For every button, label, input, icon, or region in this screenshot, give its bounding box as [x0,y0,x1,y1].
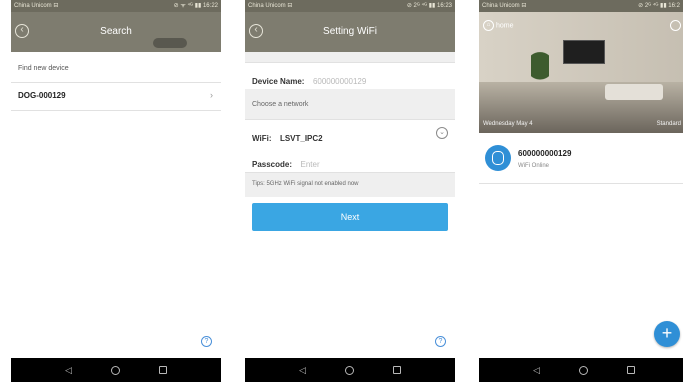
home-icon: ⌂ [483,20,494,31]
date-label: Wednesday May 4 [483,121,533,127]
device-name: 600000000129 [518,149,572,158]
spacer [245,52,455,62]
nav-home-icon[interactable] [345,366,354,375]
chevron-right-icon: › [210,90,213,100]
device-row[interactable]: DOG-000129 › [11,82,221,111]
room-selector[interactable]: ⌂ home [483,20,514,32]
page-title: Setting WiFi [323,26,377,37]
blurred-region [153,38,187,48]
mode-label: Standard [656,121,681,127]
device-list-item[interactable]: 600000000129 WiFi Online [479,133,683,184]
status-bar: China Unicom ⊟ ⊘ ᯤ ⁴ᴳ ▮▮ 16:22 [11,0,221,12]
nav-recent-icon[interactable] [393,366,401,374]
chevron-down-icon[interactable]: ⌄ [436,127,448,139]
menu-icon[interactable] [670,20,681,31]
phone-home-screen: China Unicom ⊟ ⊘ 2ᴳ ⁴ᴳ ▮▮ 16:2 ⌂ home Wed… [479,0,683,382]
wifi-label: WiFi: [252,134,272,143]
status-bar: China Unicom ⊟ ⊘ 2ᴳ ⁴ᴳ ▮▮ 16:2 [479,0,683,12]
camera-icon [485,145,511,171]
tv-image [563,40,605,64]
next-button[interactable]: Next [252,203,448,231]
android-nav-bar: ◁ [11,358,221,382]
passcode-label: Passcode: [252,160,293,169]
passcode-row[interactable]: Passcode: Enter [245,146,455,173]
plant-image [531,52,549,98]
android-nav-bar: ◁ [245,358,455,382]
nav-recent-icon[interactable] [627,366,635,374]
title-bar: ‹ Search [11,12,221,52]
phone-search-screen: China Unicom ⊟ ⊘ ᯤ ⁴ᴳ ▮▮ 16:22 ‹ Search … [11,0,221,382]
nav-home-icon[interactable] [111,366,120,375]
add-device-button[interactable]: + [654,321,680,347]
device-name-value: 600000000129 [312,77,367,86]
help-icon[interactable]: ? [201,336,212,347]
device-name-row: Device Name: 600000000129 [245,62,455,90]
room-banner: ⌂ home Wednesday May 4 Standard [479,12,683,133]
device-status: WiFi Online [518,163,550,169]
device-name-label: Device Name: [252,77,305,86]
wifi-value: LSVT_IPC2 [279,134,323,143]
status-icons: ⊘ ᯤ ⁴ᴳ ▮▮ 16:22 [173,3,218,9]
nav-back-icon[interactable]: ◁ [299,365,306,375]
phone-wifi-setup-screen: China Unicom ⊟ ⊘ 2ᴳ ⁴ᴳ ▮▮ 16:23 ‹ Settin… [245,0,455,382]
status-icons: ⊘ 2ᴳ ⁴ᴳ ▮▮ 16:23 [406,3,452,9]
status-icons: ⊘ 2ᴳ ⁴ᴳ ▮▮ 16:2 [638,3,680,9]
help-icon[interactable]: ? [435,336,446,347]
device-id: DOG-000129 [18,91,66,100]
network-section: Choose a network [245,89,455,119]
room-footer: Wednesday May 4 Standard [483,121,681,127]
page-title: Search [100,26,132,37]
nav-back-icon[interactable]: ◁ [65,365,72,375]
nav-back-icon[interactable]: ◁ [533,365,540,375]
carrier-label: China Unicom ⊟ [14,3,59,9]
status-bar: China Unicom ⊟ ⊘ 2ᴳ ⁴ᴳ ▮▮ 16:23 [245,0,455,12]
carrier-label: China Unicom ⊟ [248,3,293,9]
tips-text: Tips: 5GHz WiFi signal not enabled now [252,181,359,187]
section-label: Find new device [18,65,69,72]
android-nav-bar: ◁ [479,358,683,382]
wifi-row[interactable]: WiFi: LSVT_IPC2 ⌄ [245,119,455,147]
nav-recent-icon[interactable] [159,366,167,374]
tips-section: Tips: 5GHz WiFi signal not enabled now [245,173,455,197]
passcode-input[interactable]: Enter [300,160,319,169]
choose-network-label: Choose a network [252,101,309,108]
nav-home-icon[interactable] [579,366,588,375]
title-bar: ‹ Setting WiFi [245,12,455,52]
room-name: home [496,22,514,30]
sofa-image [605,84,663,100]
carrier-label: China Unicom ⊟ [482,3,527,9]
